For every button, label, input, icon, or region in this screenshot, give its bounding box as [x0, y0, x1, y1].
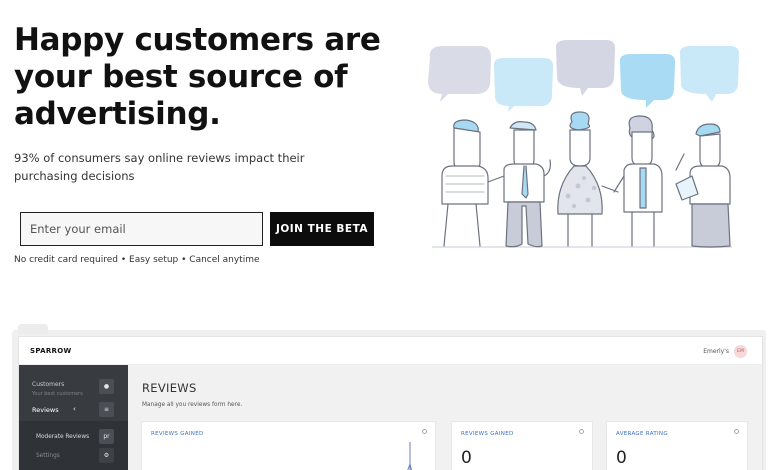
stat-card-reviews-gained-chart: REVIEWS GAINED	[141, 421, 436, 470]
list-icon[interactable]: ≡	[99, 402, 114, 417]
person-4	[613, 115, 663, 247]
sidebar-item-moderate-reviews[interactable]: Moderate Reviews	[36, 434, 89, 440]
join-beta-button[interactable]: JOIN THE BETA	[270, 212, 374, 246]
app-logo: SPARROW	[30, 347, 72, 355]
hero-subtitle: 93% of consumers say online reviews impa…	[14, 151, 305, 183]
app-preview-tab	[18, 324, 48, 334]
sparkline-icon	[407, 442, 413, 470]
page-title: REVIEWS	[142, 381, 197, 395]
customers-icon[interactable]: ●	[99, 379, 114, 394]
card-value: 0	[616, 448, 627, 468]
page-description: Manage all you reviews form here.	[142, 402, 243, 408]
person-3	[557, 111, 619, 247]
card-value: 0	[461, 448, 472, 468]
chevron-left-icon[interactable]: ‹	[73, 405, 76, 413]
app-sidebar: Customers Your best customers ● Reviews …	[19, 365, 128, 470]
app-content: REVIEWS Manage all you reviews form here…	[128, 365, 762, 470]
sidebar-item-customers[interactable]: Customers	[32, 381, 64, 388]
sidebar-item-reviews[interactable]: Reviews	[32, 406, 59, 414]
sidebar-item-customers-sub: Your best customers	[32, 391, 83, 397]
sidebar-section-active: Customers Your best customers ● Reviews …	[19, 365, 128, 421]
card-menu-icon[interactable]	[422, 429, 427, 434]
email-input[interactable]	[20, 212, 263, 246]
stat-card-reviews-gained: REVIEWS GAINED 0	[451, 421, 593, 470]
person-5	[675, 123, 731, 248]
card-label: REVIEWS GAINED	[151, 431, 204, 437]
sidebar-item-settings[interactable]: Settings	[36, 453, 60, 459]
customers-illustration	[428, 40, 740, 248]
card-label: AVERAGE RATING	[616, 431, 668, 437]
gear-icon[interactable]: ⚙	[99, 448, 114, 463]
person-2	[503, 121, 551, 248]
user-name[interactable]: Emerly's	[703, 348, 729, 355]
moderate-badge[interactable]: pr	[99, 429, 114, 444]
person-1	[441, 119, 505, 247]
speech-bubbles	[428, 40, 740, 112]
fine-print: No credit card required • Easy setup • C…	[14, 255, 260, 265]
app-preview: SPARROW Emerly's EM Customers Your best …	[18, 336, 763, 470]
card-menu-icon[interactable]	[579, 429, 584, 434]
card-label: REVIEWS GAINED	[461, 431, 514, 437]
stat-card-average-rating: AVERAGE RATING 0	[606, 421, 748, 470]
avatar[interactable]: EM	[734, 345, 747, 358]
app-topbar: SPARROW Emerly's EM	[19, 337, 762, 365]
hero-title: Happy customers are your best source of …	[14, 22, 381, 132]
card-menu-icon[interactable]	[734, 429, 739, 434]
